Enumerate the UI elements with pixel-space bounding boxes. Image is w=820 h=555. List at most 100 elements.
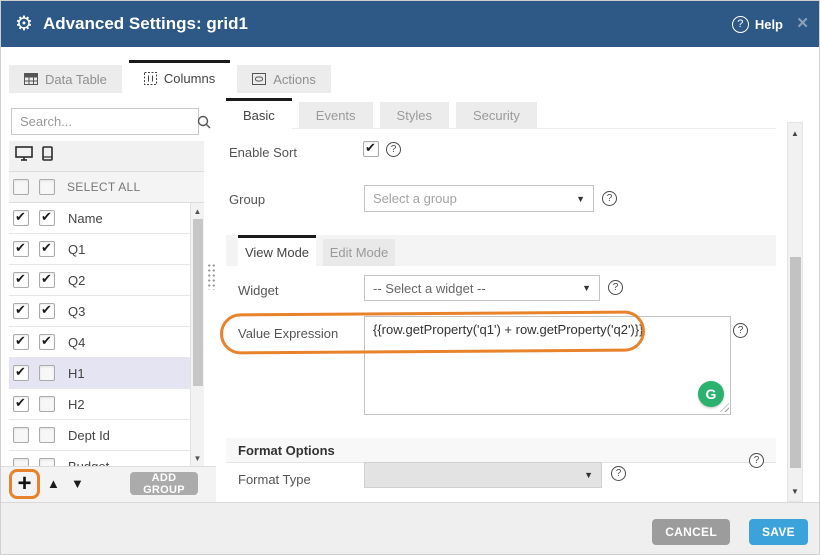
mobile-checkbox[interactable] — [39, 365, 55, 381]
scrollbar-thumb[interactable] — [193, 219, 203, 386]
tab-label: Data Table — [45, 72, 107, 87]
mobile-icon[interactable] — [42, 146, 53, 166]
add-group-button[interactable]: ADD GROUP — [130, 472, 198, 495]
column-label: Budget — [68, 459, 109, 467]
desktop-checkbox[interactable] — [13, 365, 29, 381]
column-label: Q3 — [68, 304, 85, 319]
panel-scrollbar[interactable] — [787, 122, 803, 502]
move-up-button[interactable] — [47, 476, 60, 491]
tab-label: Actions — [273, 72, 316, 87]
scroll-down-icon[interactable] — [191, 451, 204, 465]
column-row[interactable]: Q2 — [9, 265, 190, 296]
dialog-header: ⚙ Advanced Settings: grid1 Help — [1, 1, 820, 47]
select-all-desktop-checkbox[interactable] — [13, 179, 29, 195]
column-row[interactable]: Name — [9, 203, 190, 234]
mobile-checkbox[interactable] — [39, 396, 55, 412]
scroll-up-icon[interactable] — [191, 204, 204, 218]
mobile-checkbox[interactable] — [39, 427, 55, 443]
column-row[interactable]: Dept Id — [9, 420, 190, 451]
desktop-checkbox[interactable] — [13, 241, 29, 257]
format-type-select[interactable] — [364, 462, 602, 488]
tab-columns[interactable]: Columns — [129, 60, 230, 93]
tab-data-table[interactable]: Data Table — [9, 65, 122, 93]
grammarly-icon[interactable] — [698, 381, 724, 407]
widget-help-icon[interactable] — [608, 280, 623, 295]
tab-events[interactable]: Events — [299, 102, 373, 129]
add-column-button[interactable] — [17, 474, 31, 494]
tab-view-mode[interactable]: View Mode — [238, 235, 316, 266]
widget-select[interactable]: -- Select a widget -- — [364, 275, 600, 301]
search-box — [11, 108, 199, 135]
close-icon[interactable] — [796, 14, 809, 32]
format-type-help-icon[interactable] — [611, 466, 626, 481]
value-expression-input[interactable]: {{row.getProperty('q1') + row.getPropert… — [364, 316, 731, 415]
widget-label: Widget — [238, 283, 278, 298]
mobile-checkbox[interactable] — [39, 334, 55, 350]
tab-styles[interactable]: Styles — [380, 102, 449, 129]
columns-list-scrollbar[interactable] — [190, 203, 204, 466]
group-label: Group — [229, 192, 265, 207]
format-options-help-icon[interactable] — [749, 453, 764, 468]
desktop-checkbox[interactable] — [13, 303, 29, 319]
group-help-icon[interactable] — [602, 191, 617, 206]
mobile-checkbox[interactable] — [39, 272, 55, 288]
search-input[interactable] — [12, 114, 196, 129]
scrollbar-thumb[interactable] — [790, 257, 801, 468]
group-select[interactable]: Select a group — [364, 185, 594, 212]
gear-icon: ⚙ — [15, 14, 33, 34]
column-row[interactable]: H2 — [9, 389, 190, 420]
columns-icon — [144, 72, 157, 85]
column-row[interactable]: Q4 — [9, 327, 190, 358]
desktop-checkbox[interactable] — [13, 334, 29, 350]
scroll-down-icon[interactable] — [788, 483, 802, 499]
column-label: Q4 — [68, 335, 85, 350]
format-type-label: Format Type — [238, 472, 311, 487]
widget-select-value: -- Select a widget -- — [373, 281, 486, 296]
desktop-icon[interactable] — [15, 146, 33, 166]
select-all-label: SELECT ALL — [67, 180, 141, 194]
save-button[interactable]: SAVE — [749, 519, 808, 545]
select-all-mobile-checkbox[interactable] — [39, 179, 55, 195]
column-row[interactable]: Q3 — [9, 296, 190, 327]
desktop-checkbox[interactable] — [13, 396, 29, 412]
scroll-up-icon[interactable] — [788, 125, 802, 141]
value-expression-help-icon[interactable] — [733, 323, 748, 338]
advanced-settings-dialog: ⚙ Advanced Settings: grid1 Help Data Tab… — [0, 0, 820, 555]
search-icon[interactable] — [196, 114, 212, 130]
device-filter-row — [9, 141, 204, 172]
value-expression-label: Value Expression — [238, 326, 338, 341]
mobile-checkbox[interactable] — [39, 458, 55, 466]
panel-splitter-handle[interactable] — [207, 263, 216, 290]
column-label: H1 — [68, 366, 85, 381]
mobile-checkbox[interactable] — [39, 241, 55, 257]
mobile-checkbox[interactable] — [39, 210, 55, 226]
panel-tab-bar: Basic Events Styles Security — [226, 98, 537, 129]
select-all-row[interactable]: SELECT ALL — [9, 172, 204, 203]
column-row[interactable]: Q1 — [9, 234, 190, 265]
column-row[interactable]: Budget — [9, 451, 190, 466]
column-label: Name — [68, 211, 103, 226]
tab-basic[interactable]: Basic — [226, 98, 292, 129]
annotation-plus-highlight — [9, 469, 40, 499]
enable-sort-help-icon[interactable] — [386, 142, 401, 157]
tab-actions[interactable]: Actions — [237, 65, 331, 93]
desktop-checkbox[interactable] — [13, 210, 29, 226]
mobile-checkbox[interactable] — [39, 303, 55, 319]
tab-security[interactable]: Security — [456, 102, 537, 129]
cancel-button[interactable]: CANCEL — [652, 519, 730, 545]
columns-list: Name Q1Q2 Q3 Q4 H1 H2Dept Id Budget — [9, 203, 190, 466]
move-down-button[interactable] — [71, 476, 84, 491]
help-link[interactable]: Help — [732, 1, 783, 47]
format-options-label: Format Options — [238, 443, 335, 458]
desktop-checkbox[interactable] — [13, 427, 29, 443]
actions-icon — [252, 73, 266, 85]
enable-sort-checkbox[interactable] — [363, 141, 379, 157]
dialog-footer: CANCEL SAVE — [1, 502, 820, 555]
desktop-checkbox[interactable] — [13, 272, 29, 288]
enable-sort-label: Enable Sort — [229, 145, 297, 160]
tab-edit-mode[interactable]: Edit Mode — [323, 239, 395, 266]
column-row[interactable]: H1 — [9, 358, 190, 389]
desktop-checkbox[interactable] — [13, 458, 29, 466]
format-options-header: Format Options — [226, 438, 776, 463]
dialog-title: Advanced Settings: grid1 — [43, 14, 248, 34]
